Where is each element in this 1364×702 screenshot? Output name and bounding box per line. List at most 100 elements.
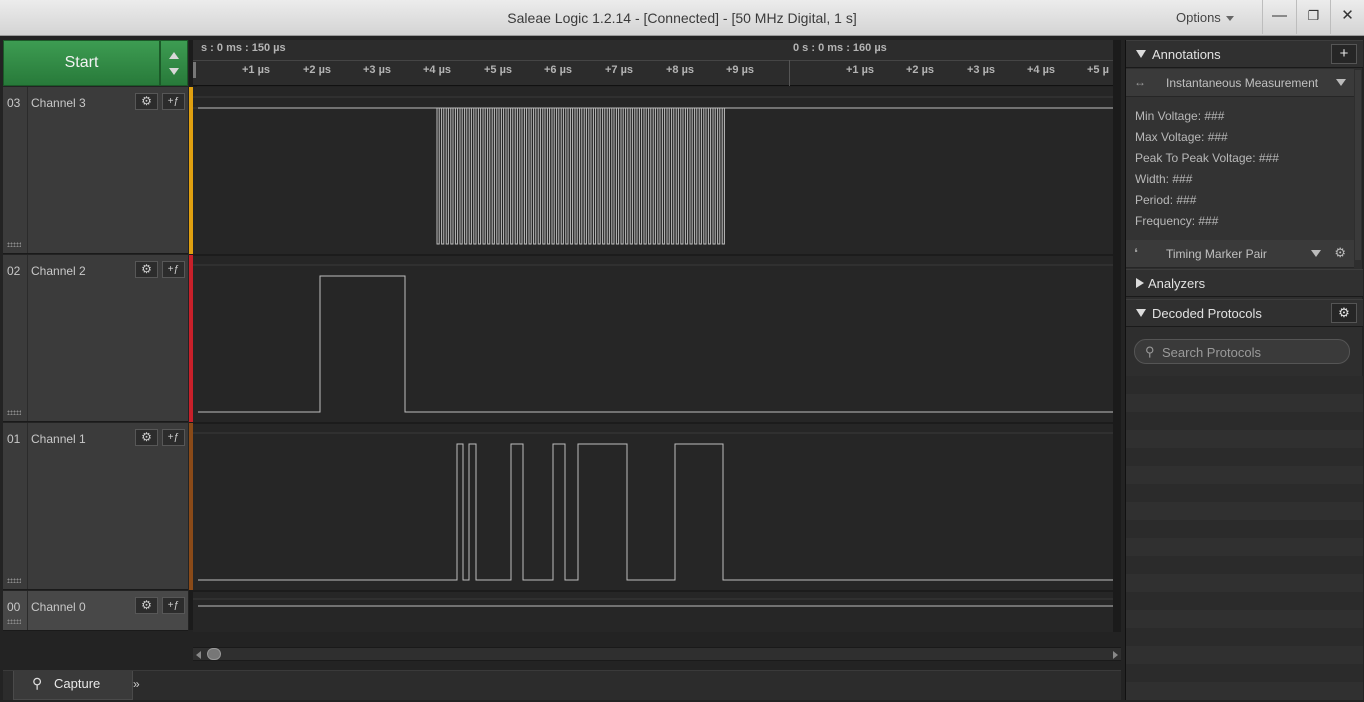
options-label[interactable]: Options — [1176, 10, 1221, 25]
channel-3-pulse — [510, 107, 514, 245]
channel-3-waveform — [436, 107, 725, 245]
channel-name[interactable]: Channel 3 — [31, 96, 86, 110]
decoded-protocols-list[interactable] — [1126, 376, 1363, 700]
channel-3-pulse — [454, 107, 459, 245]
channel-3-pulse — [482, 107, 486, 245]
channel-3-pulse — [680, 107, 684, 245]
horizontal-scrollbar[interactable] — [193, 647, 1121, 661]
decoded-protocols-header[interactable]: Decoded Protocols ⚙ — [1126, 299, 1363, 327]
width-value: Width: ### — [1135, 172, 1193, 186]
arrow-down-icon — [169, 68, 179, 75]
channel-name[interactable]: Channel 1 — [31, 432, 86, 446]
channel-3-pulse — [565, 107, 569, 245]
scroll-thumb[interactable] — [207, 648, 221, 660]
channel-3-pulse — [675, 107, 679, 245]
tick-label: +2 µs — [906, 64, 935, 76]
channel-number: 02 — [7, 264, 21, 278]
drag-handle-icon[interactable] — [7, 242, 21, 247]
analyzers-header[interactable]: Analyzers — [1126, 269, 1363, 297]
channel-settings-button[interactable]: ⚙ — [135, 597, 158, 614]
dropdown-icon[interactable] — [1336, 79, 1346, 86]
channel-3-pulse — [551, 107, 555, 245]
channel-name[interactable]: Channel 2 — [31, 264, 86, 278]
channel-settings-button[interactable]: ⚙ — [135, 93, 158, 110]
drag-handle-icon[interactable] — [7, 410, 21, 415]
channel-3-pulse — [634, 107, 638, 245]
drag-handle-icon[interactable] — [7, 578, 21, 583]
channel-3-pulse — [721, 107, 725, 245]
scroll-right-icon[interactable] — [1113, 651, 1118, 659]
add-annotation-button[interactable]: + — [1331, 44, 1357, 64]
options-menu[interactable]: Options — [1176, 10, 1234, 25]
more-tabs-button[interactable]: » — [133, 677, 140, 691]
tick-label: +4 µs — [423, 64, 452, 76]
trigger-button[interactable]: +ƒ — [162, 93, 185, 110]
channel-3-pulse — [684, 107, 689, 245]
start-options-button[interactable] — [160, 40, 188, 86]
channel-row-1[interactable]: 01 Channel 1 ⚙ +ƒ — [3, 423, 188, 590]
channel-3-pulse — [500, 107, 505, 245]
vertical-scrollbar[interactable] — [1355, 70, 1361, 260]
channel-3-pulse — [505, 107, 509, 245]
frequency-value: Frequency: ### — [1135, 214, 1219, 228]
tick-label: +5 µ — [1087, 64, 1109, 76]
maximize-button[interactable]: ❐ — [1296, 0, 1330, 34]
channel-3-pulse — [666, 107, 670, 245]
dropdown-icon[interactable] — [1311, 250, 1321, 257]
channel-row-0[interactable]: 00 Channel 0 ⚙ +ƒ — [3, 591, 188, 631]
instantaneous-measurement-row[interactable]: ↔ Instantaneous Measurement — [1126, 69, 1354, 97]
search-protocols-input[interactable] — [1162, 343, 1342, 361]
annotations-header[interactable]: Annotations + — [1126, 40, 1363, 68]
gear-icon[interactable]: ⚙ — [1334, 245, 1346, 261]
channel-3-pulse — [537, 107, 541, 245]
waveform-area[interactable] — [193, 87, 1121, 632]
channel-row-3[interactable]: 03 Channel 3 ⚙ +ƒ — [3, 87, 188, 254]
trigger-button[interactable]: +ƒ — [162, 261, 185, 278]
tick-label: +1 µs — [242, 64, 271, 76]
trigger-button[interactable]: +ƒ — [162, 597, 185, 614]
channel-name[interactable]: Channel 0 — [31, 600, 86, 614]
channel-3-pulse — [556, 107, 560, 245]
channel-3-pulse — [592, 107, 597, 245]
channel-settings-button[interactable]: ⚙ — [135, 429, 158, 446]
ruler-divider — [789, 60, 790, 86]
scroll-left-icon[interactable] — [196, 651, 201, 659]
app-window: Saleae Logic 1.2.14 - [Connected] - [50 … — [0, 0, 1364, 702]
time-ruler[interactable]: s : 0 ms : 150 µs 0 s : 0 ms : 160 µs +1… — [193, 40, 1121, 86]
max-voltage-value: Max Voltage: ### — [1135, 130, 1228, 144]
timing-marker-pair-label: Timing Marker Pair — [1166, 247, 1267, 261]
channel-3-pulse — [620, 107, 624, 245]
channel-3-pulse — [712, 107, 716, 245]
drag-handle-icon[interactable] — [7, 619, 21, 624]
waveform-canvas[interactable] — [193, 87, 1121, 632]
decoded-settings-button[interactable]: ⚙ — [1331, 303, 1357, 323]
timing-marker-pair-row[interactable]: ❛ Timing Marker Pair ⚙ — [1126, 240, 1354, 268]
search-protocols-field[interactable]: ⚲ — [1134, 339, 1350, 364]
channel-settings-button[interactable]: ⚙ — [135, 261, 158, 278]
window-title: Saleae Logic 1.2.14 - [Connected] - [50 … — [507, 10, 857, 26]
close-button[interactable]: ✕ — [1330, 0, 1364, 34]
channel-3-pulse — [629, 107, 633, 245]
channel-3-pulse — [491, 107, 495, 245]
tick-label: +1 µs — [846, 64, 875, 76]
channel-3-pulse — [625, 107, 629, 245]
trigger-button[interactable]: +ƒ — [162, 429, 185, 446]
channel-3-pulse — [542, 107, 546, 245]
channel-3-pulse — [606, 107, 610, 245]
channel-3-pulse — [671, 107, 675, 245]
channel-3-pulse — [707, 107, 712, 245]
channel-3-pulse — [597, 107, 601, 245]
divider — [27, 87, 28, 253]
channel-3-pulse — [588, 107, 592, 245]
channel-3-pulse — [473, 107, 477, 245]
channel-row-2[interactable]: 02 Channel 2 ⚙ +ƒ — [3, 255, 188, 422]
tab-capture[interactable]: ⚲ Capture — [13, 671, 133, 700]
minimize-button[interactable]: — — [1262, 0, 1296, 34]
channel-3-pulse — [468, 107, 472, 245]
tick-label: +4 µs — [1027, 64, 1056, 76]
ruler-start-marker — [193, 62, 196, 78]
tab-capture-label: Capture — [54, 676, 101, 691]
start-button[interactable]: Start — [3, 40, 160, 86]
annotations-title: Annotations — [1152, 47, 1221, 62]
channel-3-pulse — [436, 107, 440, 245]
